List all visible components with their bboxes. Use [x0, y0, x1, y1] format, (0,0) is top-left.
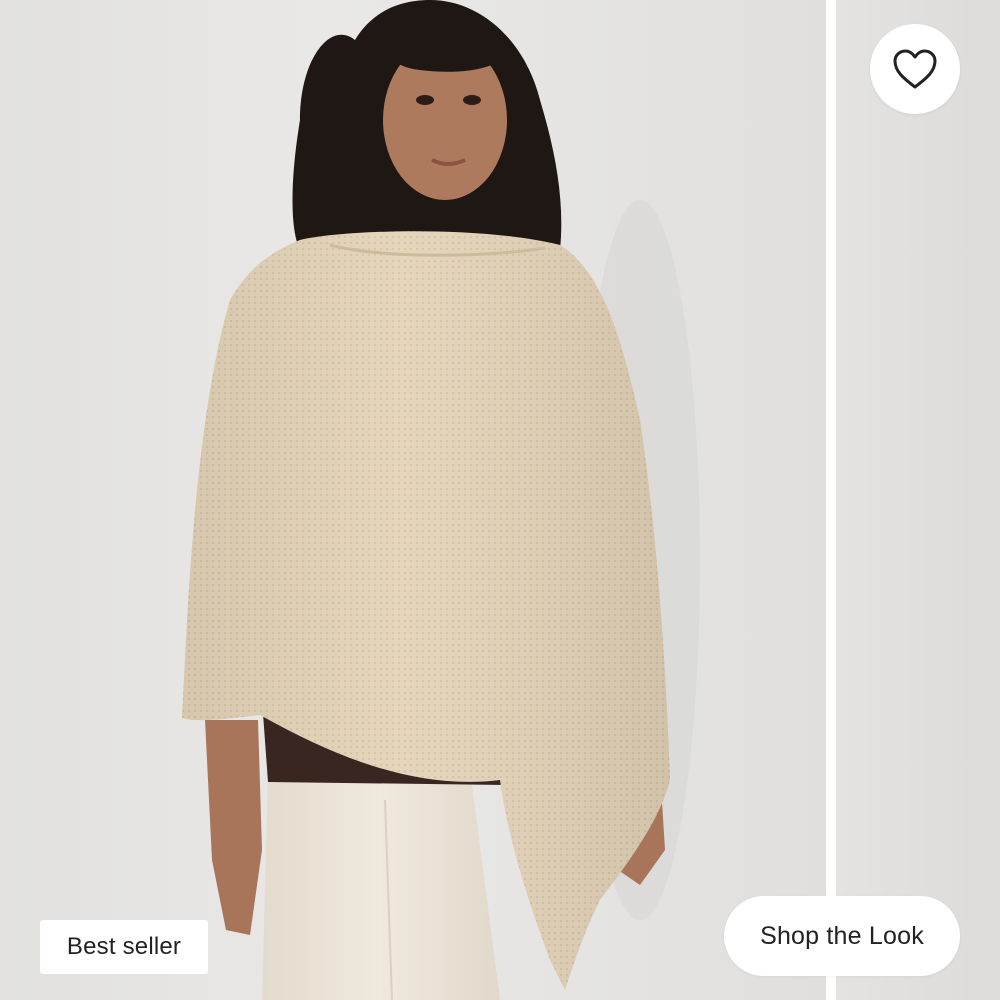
slide-divider	[826, 0, 836, 1000]
best-seller-badge: Best seller	[40, 920, 208, 974]
next-image-peek[interactable]	[836, 0, 1000, 1000]
heart-outline-icon	[893, 49, 937, 89]
model-pants	[262, 770, 500, 1000]
model-face	[380, 16, 510, 200]
product-gallery: Best seller Shop the Look	[0, 0, 1000, 1000]
product-photo[interactable]	[0, 0, 826, 1000]
favorite-button[interactable]	[870, 24, 960, 114]
shop-the-look-button[interactable]: Shop the Look	[724, 896, 960, 976]
